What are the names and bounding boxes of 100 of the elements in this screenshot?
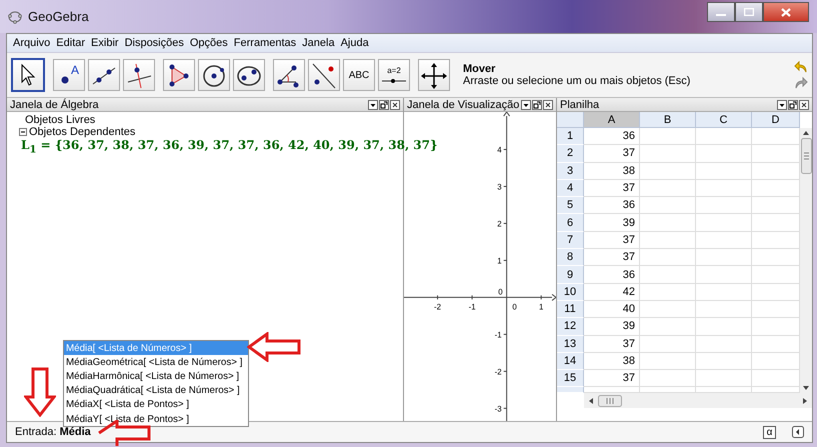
table-cell[interactable]: [696, 180, 752, 198]
undock-icon[interactable]: [532, 100, 542, 110]
suggestion-item[interactable]: MédiaHarmônica[ <Lista de Números> ]: [64, 369, 248, 384]
menu-item[interactable]: Janela: [299, 37, 338, 49]
table-cell[interactable]: [752, 162, 800, 180]
tool-button[interactable]: A: [53, 59, 85, 91]
table-cell[interactable]: [640, 128, 696, 146]
toggle-panel-icon[interactable]: [792, 426, 804, 438]
column-header[interactable]: C: [696, 112, 752, 128]
table-cell[interactable]: [640, 162, 696, 180]
tree-item[interactable]: Objetos Livres: [19, 114, 96, 126]
table-cell[interactable]: 39: [584, 318, 640, 336]
row-header[interactable]: 4: [557, 180, 584, 198]
row-header[interactable]: 10: [557, 284, 584, 301]
row-header[interactable]: 8: [557, 249, 584, 266]
scrollbar-thumb[interactable]: [598, 394, 622, 407]
close-button[interactable]: [763, 2, 809, 22]
row-header[interactable]: 5: [557, 197, 584, 214]
menu-item[interactable]: Ajuda: [338, 37, 372, 49]
close-icon[interactable]: [799, 100, 809, 110]
table-cell[interactable]: [696, 318, 752, 336]
table-cell[interactable]: 37: [584, 336, 640, 353]
table-cell[interactable]: [640, 214, 696, 232]
table-cell[interactable]: [640, 266, 696, 284]
table-cell[interactable]: 37: [584, 145, 640, 163]
horizontal-scrollbar[interactable]: [584, 393, 812, 408]
close-icon[interactable]: [543, 100, 553, 110]
table-cell[interactable]: 36: [584, 128, 640, 146]
table-cell[interactable]: [696, 352, 752, 370]
row-header[interactable]: 7: [557, 232, 584, 250]
tool-button[interactable]: [418, 59, 450, 91]
menu-item[interactable]: Editar: [53, 37, 88, 49]
table-cell[interactable]: [640, 232, 696, 250]
table-cell[interactable]: [640, 284, 696, 301]
vertical-scrollbar[interactable]: [800, 128, 812, 394]
row-header[interactable]: 13: [557, 336, 584, 353]
minimize-button[interactable]: [707, 2, 735, 22]
suggestion-item[interactable]: MédiaX[ <Lista de Pontos> ]: [64, 398, 248, 412]
table-cell[interactable]: [752, 180, 800, 198]
table-cell[interactable]: [696, 162, 752, 180]
tool-button[interactable]: [273, 59, 305, 91]
redo-icon[interactable]: [794, 76, 808, 90]
row-header[interactable]: 3: [557, 162, 584, 180]
table-cell[interactable]: [752, 370, 800, 388]
list-formula[interactable]: L$_{1}$ = {36, 37, 38, 37, 36, 39, 37, 37, 36, 42, 40, 39, 37, 38, 37}: [21, 138, 438, 156]
tool-button[interactable]: [88, 59, 120, 91]
table-cell[interactable]: [696, 266, 752, 284]
tool-button[interactable]: [11, 58, 45, 92]
corner-cell[interactable]: [557, 112, 584, 128]
table-cell[interactable]: 37: [584, 249, 640, 266]
tool-button[interactable]: [308, 59, 340, 91]
table-cell[interactable]: [640, 249, 696, 266]
table-cell[interactable]: [640, 180, 696, 198]
row-header[interactable]: 11: [557, 300, 584, 318]
table-cell[interactable]: [696, 300, 752, 318]
column-header[interactable]: A: [584, 112, 640, 128]
suggestion-item[interactable]: MédiaQuadrática[ <Lista de Números> ]: [64, 384, 248, 398]
table-cell[interactable]: [696, 214, 752, 232]
table-cell[interactable]: [752, 128, 800, 146]
dropdown-icon[interactable]: [777, 100, 787, 110]
table-cell[interactable]: [696, 145, 752, 163]
table-cell[interactable]: [640, 197, 696, 214]
menu-item[interactable]: Opções: [186, 37, 231, 49]
table-cell[interactable]: [752, 266, 800, 284]
table-cell[interactable]: [752, 145, 800, 163]
tool-button[interactable]: [163, 59, 195, 91]
table-cell[interactable]: [696, 232, 752, 250]
tool-button[interactable]: [198, 59, 230, 91]
tool-button[interactable]: a=2: [378, 59, 410, 91]
dropdown-icon[interactable]: [368, 100, 378, 110]
row-header[interactable]: 15: [557, 370, 584, 388]
table-cell[interactable]: [640, 145, 696, 163]
table-cell[interactable]: [752, 284, 800, 301]
table-cell[interactable]: [752, 300, 800, 318]
table-cell[interactable]: [752, 249, 800, 266]
table-cell[interactable]: 36: [584, 197, 640, 214]
table-cell[interactable]: 38: [584, 162, 640, 180]
tool-button[interactable]: [233, 59, 265, 91]
menu-item[interactable]: Disposições: [122, 37, 187, 49]
dropdown-icon[interactable]: [521, 100, 531, 110]
table-cell[interactable]: [752, 336, 800, 353]
table-cell[interactable]: 37: [584, 232, 640, 250]
undo-icon[interactable]: [794, 60, 808, 74]
undock-icon[interactable]: [379, 100, 389, 110]
table-cell[interactable]: [696, 370, 752, 388]
suggestion-item[interactable]: MédiaGeométrica[ <Lista de Números> ]: [64, 355, 248, 370]
undock-icon[interactable]: [788, 100, 798, 110]
table-cell[interactable]: 42: [584, 284, 640, 301]
table-cell[interactable]: [752, 214, 800, 232]
table-cell[interactable]: [696, 284, 752, 301]
tool-button[interactable]: ABC: [343, 59, 375, 91]
table-cell[interactable]: 38: [584, 352, 640, 370]
row-header[interactable]: 14: [557, 352, 584, 370]
table-cell[interactable]: [696, 336, 752, 353]
table-cell[interactable]: [640, 318, 696, 336]
table-cell[interactable]: [696, 197, 752, 214]
table-cell[interactable]: [640, 370, 696, 388]
table-cell[interactable]: 39: [584, 214, 640, 232]
table-cell[interactable]: 40: [584, 300, 640, 318]
table-cell[interactable]: 37: [584, 370, 640, 388]
